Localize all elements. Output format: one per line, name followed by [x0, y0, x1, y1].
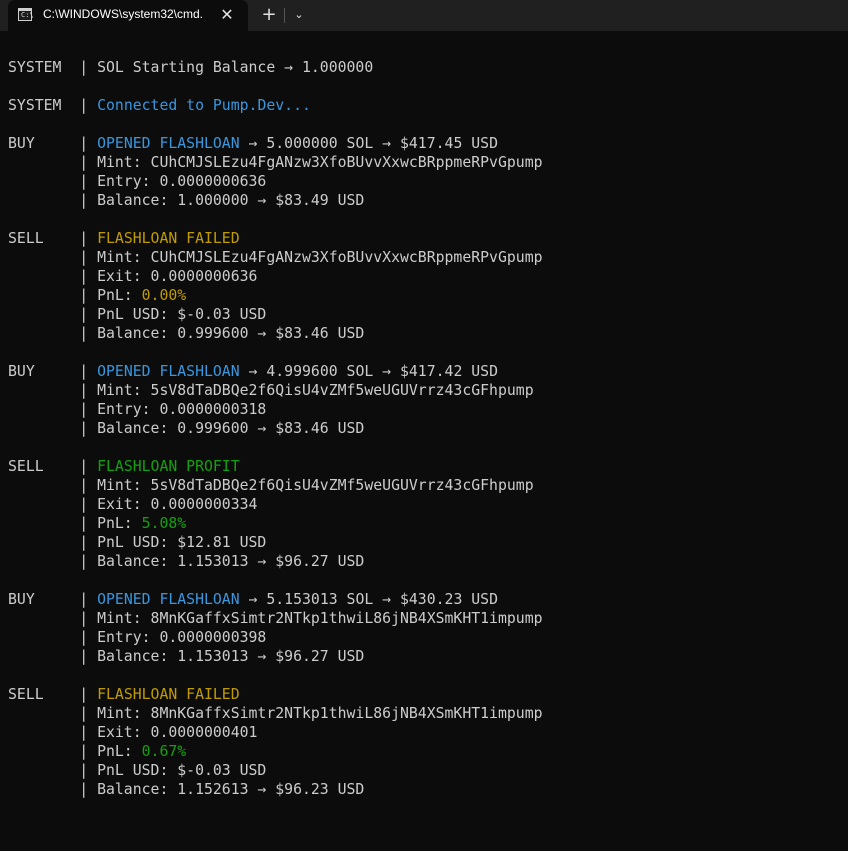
- tab-cmd[interactable]: C:\ C:\WINDOWS\system32\cmd. ✕: [8, 0, 248, 31]
- console-text: FLASHLOAN FAILED: [97, 686, 240, 703]
- console-line: SELL | FLASHLOAN PROFIT: [8, 457, 543, 476]
- console-line: | PnL: 0.67%: [8, 742, 543, 761]
- console-text: | Balance: 1.153013 → $96.27 USD: [8, 553, 365, 570]
- console-text: Connected to Pump.Dev...: [97, 97, 311, 114]
- console-text: SYSTEM |: [8, 97, 98, 114]
- tab-title: C:\WINDOWS\system32\cmd.: [43, 7, 204, 21]
- console-text: 5.08%: [141, 515, 187, 532]
- console-text: | Mint: 5sV8dTaDBQe2f6QisU4vZMf5weUGUVrr…: [8, 477, 534, 494]
- console-text: | Exit: 0.0000000334: [8, 496, 258, 513]
- chevron-down-icon[interactable]: ⌄: [289, 4, 309, 26]
- console-text: | Entry: 0.0000000318: [8, 401, 267, 418]
- terminal-window: C:\ C:\WINDOWS\system32\cmd. ✕ + ⌄ SYSTE…: [0, 0, 848, 851]
- console-text: | PnL:: [8, 515, 142, 532]
- console-text: | PnL:: [8, 743, 142, 760]
- console-line: | Balance: 0.999600 → $83.46 USD: [8, 419, 543, 438]
- console-line: | Balance: 1.153013 → $96.27 USD: [8, 647, 543, 666]
- console-line: | Mint: 8MnKGaffxSimtr2NTkp1thwiL86jNB4X…: [8, 609, 543, 628]
- console-line: | Mint: CUhCMJSLEzu4FgANzw3XfoBUvvXxwcBR…: [8, 153, 543, 172]
- console-text: | Mint: 8MnKGaffxSimtr2NTkp1thwiL86jNB4X…: [8, 610, 543, 627]
- console-line: | Exit: 0.0000000334: [8, 495, 543, 514]
- console-output[interactable]: SYSTEM | SOL Starting Balance → 1.000000…: [8, 58, 543, 799]
- tab-separator: [284, 8, 285, 23]
- console-text: FLASHLOAN FAILED: [97, 230, 240, 247]
- console-text: | Balance: 0.999600 → $83.46 USD: [8, 420, 365, 437]
- console-text: | Exit: 0.0000000401: [8, 724, 258, 741]
- console-line: BUY | OPENED FLASHLOAN → 4.999600 SOL → …: [8, 362, 543, 381]
- console-text: | PnL:: [8, 287, 142, 304]
- console-text: → 5.000000 SOL → $417.45 USD: [239, 135, 498, 152]
- console-text: | Balance: 1.152613 → $96.23 USD: [8, 781, 365, 798]
- console-text: | PnL USD: $-0.03 USD: [8, 306, 267, 323]
- console-line: SYSTEM | Connected to Pump.Dev...: [8, 96, 543, 115]
- console-text: | Mint: CUhCMJSLEzu4FgANzw3XfoBUvvXxwcBR…: [8, 249, 543, 266]
- console-line: | Balance: 1.000000 → $83.49 USD: [8, 191, 543, 210]
- console-line: SELL | FLASHLOAN FAILED: [8, 685, 543, 704]
- console-text: | Balance: 0.999600 → $83.46 USD: [8, 325, 365, 342]
- console-text: → 5.153013 SOL → $430.23 USD: [239, 591, 498, 608]
- console-line: | Mint: 5sV8dTaDBQe2f6QisU4vZMf5weUGUVrr…: [8, 381, 543, 400]
- console-line: BUY | OPENED FLASHLOAN → 5.000000 SOL → …: [8, 134, 543, 153]
- console-text: | Balance: 1.000000 → $83.49 USD: [8, 192, 365, 209]
- console-line: | PnL: 0.00%: [8, 286, 543, 305]
- console-text: → 4.999600 SOL → $417.42 USD: [239, 363, 498, 380]
- console-line: | Entry: 0.0000000636: [8, 172, 543, 191]
- console-text: BUY |: [8, 135, 98, 152]
- console-line: | Balance: 1.153013 → $96.27 USD: [8, 552, 543, 571]
- title-bar: C:\ C:\WINDOWS\system32\cmd. ✕ + ⌄: [0, 0, 848, 31]
- close-icon[interactable]: ✕: [218, 5, 236, 25]
- console-line: | Mint: 5sV8dTaDBQe2f6QisU4vZMf5weUGUVrr…: [8, 476, 543, 495]
- console-text: | Mint: 8MnKGaffxSimtr2NTkp1thwiL86jNB4X…: [8, 705, 543, 722]
- console-line: SYSTEM | SOL Starting Balance → 1.000000: [8, 58, 543, 77]
- console-text: | Entry: 0.0000000636: [8, 173, 267, 190]
- console-text: | PnL USD: $12.81 USD: [8, 534, 267, 551]
- console-line: | Entry: 0.0000000398: [8, 628, 543, 647]
- console-line: SELL | FLASHLOAN FAILED: [8, 229, 543, 248]
- new-tab-button[interactable]: +: [258, 4, 280, 26]
- console-text: | Mint: 5sV8dTaDBQe2f6QisU4vZMf5weUGUVrr…: [8, 382, 534, 399]
- console-text: SELL |: [8, 230, 98, 247]
- console-text: OPENED FLASHLOAN: [97, 135, 240, 152]
- console-text: FLASHLOAN PROFIT: [97, 458, 240, 475]
- console-text: BUY |: [8, 591, 98, 608]
- console-text: SYSTEM | SOL Starting Balance → 1.000000: [8, 59, 374, 76]
- console-line: | PnL USD: $-0.03 USD: [8, 305, 543, 324]
- console-text: | Mint: CUhCMJSLEzu4FgANzw3XfoBUvvXxwcBR…: [8, 154, 543, 171]
- console-line: | Balance: 1.152613 → $96.23 USD: [8, 780, 543, 799]
- console-text: SELL |: [8, 458, 98, 475]
- console-text: 0.67%: [141, 743, 187, 760]
- console-text: | PnL USD: $-0.03 USD: [8, 762, 267, 779]
- console-text: | Balance: 1.153013 → $96.27 USD: [8, 648, 365, 665]
- console-text: 0.00%: [141, 287, 187, 304]
- console-line: | PnL USD: $12.81 USD: [8, 533, 543, 552]
- console-line: BUY | OPENED FLASHLOAN → 5.153013 SOL → …: [8, 590, 543, 609]
- console-line: | PnL: 5.08%: [8, 514, 543, 533]
- console-line: | Entry: 0.0000000318: [8, 400, 543, 419]
- console-line: | Exit: 0.0000000636: [8, 267, 543, 286]
- console-line: | PnL USD: $-0.03 USD: [8, 761, 543, 780]
- console-text: BUY |: [8, 363, 98, 380]
- console-line: | Mint: CUhCMJSLEzu4FgANzw3XfoBUvvXxwcBR…: [8, 248, 543, 267]
- console-line: | Exit: 0.0000000401: [8, 723, 543, 742]
- cmd-icon: C:\: [18, 8, 34, 21]
- console-text: | Entry: 0.0000000398: [8, 629, 267, 646]
- console-text: OPENED FLASHLOAN: [97, 363, 240, 380]
- console-text: OPENED FLASHLOAN: [97, 591, 240, 608]
- console-text: SELL |: [8, 686, 98, 703]
- console-line: | Balance: 0.999600 → $83.46 USD: [8, 324, 543, 343]
- console-line: | Mint: 8MnKGaffxSimtr2NTkp1thwiL86jNB4X…: [8, 704, 543, 723]
- console-text: | Exit: 0.0000000636: [8, 268, 258, 285]
